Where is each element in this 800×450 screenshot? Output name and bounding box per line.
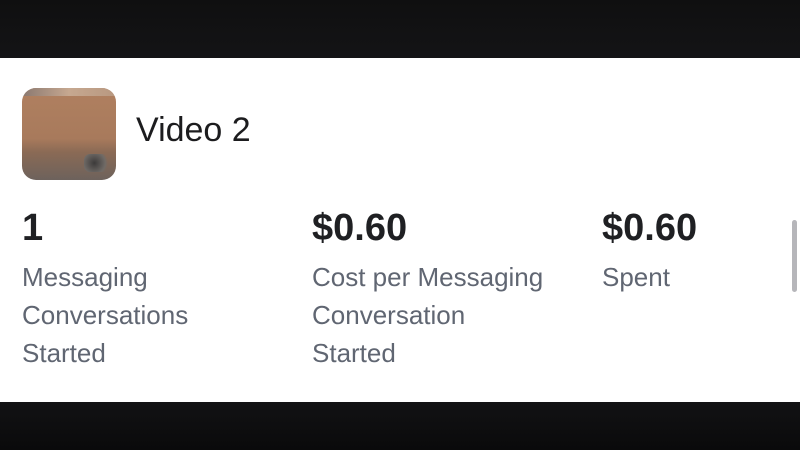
metric-value: 1: [22, 207, 44, 249]
video-thumbnail[interactable]: [22, 88, 116, 180]
top-dark-bar: [0, 0, 800, 58]
metric-label: Spent: [602, 262, 670, 292]
bottom-dark-bar: [0, 402, 800, 450]
metric-label: Messaging Conversations Started: [22, 262, 189, 368]
metric-messaging-conversations: 1 Messaging Conversations Started: [22, 206, 272, 372]
metric-value: $0.60: [602, 207, 698, 249]
metric-label: Cost per Messaging Conversation Started: [312, 262, 544, 368]
ad-performance-card[interactable]: Video 2 1 Messaging Conversations Starte…: [0, 58, 800, 402]
vertical-scrollbar[interactable]: [792, 220, 797, 292]
metric-value: $0.60: [312, 207, 408, 249]
metric-spent: $0.60 Spent: [602, 206, 782, 296]
ad-title: Video 2: [136, 111, 251, 149]
metric-cost-per-conversation: $0.60 Cost per Messaging Conversation St…: [312, 206, 592, 372]
